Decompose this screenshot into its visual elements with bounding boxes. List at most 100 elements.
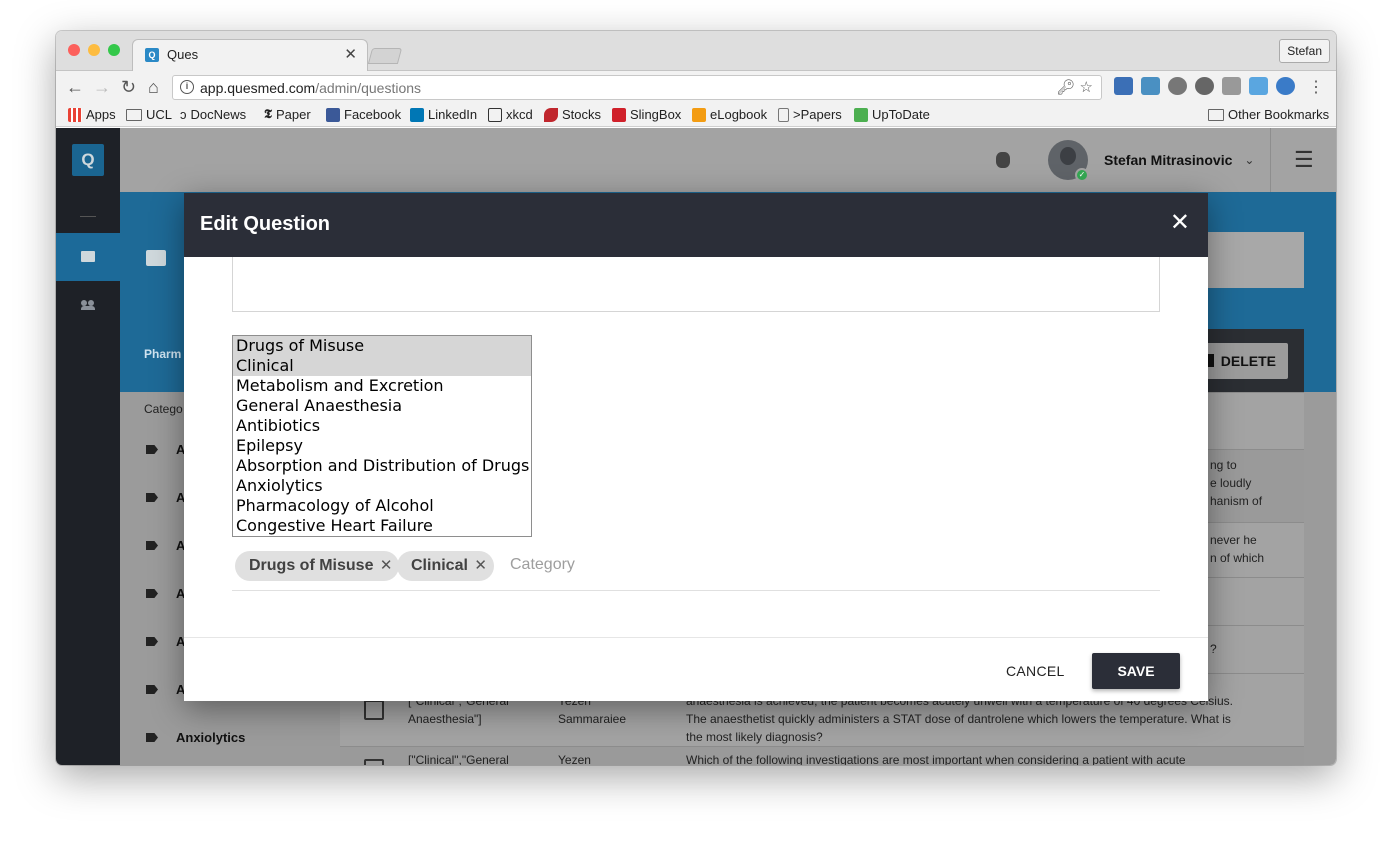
questions-icon bbox=[81, 251, 95, 262]
apps-grid-icon bbox=[68, 107, 82, 122]
chip-remove-icon[interactable]: ✕ bbox=[380, 551, 393, 581]
tag-icon bbox=[146, 637, 158, 646]
download-arrow-icon[interactable] bbox=[1249, 77, 1268, 95]
cast-icon[interactable] bbox=[1222, 77, 1241, 95]
bookmark-star-icon[interactable]: 🔑︎ ☆ bbox=[1056, 78, 1093, 96]
forward-arrow-icon[interactable]: → bbox=[93, 77, 111, 97]
category-option[interactable]: Metabolism and Excretion bbox=[233, 376, 531, 396]
bookmark-papers[interactable]: >Papers bbox=[778, 107, 842, 122]
profile-button[interactable]: Stefan bbox=[1279, 39, 1330, 63]
category-input[interactable]: Category bbox=[510, 556, 575, 574]
browser-toolbar: ← → ↻ ⌂ i app.quesmed.com/admin/question… bbox=[56, 71, 1336, 103]
page-icon bbox=[778, 107, 789, 122]
category-option[interactable]: Congestive Heart Failure bbox=[233, 516, 531, 536]
tag-icon bbox=[146, 541, 158, 550]
pocket-extension-icon[interactable] bbox=[1114, 77, 1133, 95]
slingbox-icon bbox=[612, 107, 626, 122]
linkedin-icon bbox=[410, 107, 424, 122]
tab-strip: Q Ques ✕ Stefan bbox=[56, 31, 1336, 72]
browser-menu-icon[interactable]: ⋮ bbox=[1308, 77, 1324, 97]
row-checkbox[interactable] bbox=[364, 759, 384, 765]
bookmark-docnews[interactable]: ↄ DocNews bbox=[180, 107, 246, 122]
bookmark-stocks[interactable]: Stocks bbox=[544, 107, 601, 122]
category-item[interactable]: A bbox=[146, 682, 185, 697]
appbar-divider bbox=[1270, 128, 1271, 192]
bookmark-uptodate[interactable]: UpToDate bbox=[854, 107, 930, 122]
category-option[interactable]: General Anaesthesia bbox=[233, 396, 531, 416]
bug-extension-icon[interactable] bbox=[1168, 77, 1187, 95]
bookmark-paper[interactable]: 𝕿 Paper bbox=[264, 107, 311, 122]
list-menu-icon[interactable]: ☰ bbox=[1294, 149, 1314, 171]
category-option[interactable]: Clinical bbox=[233, 356, 531, 376]
question-text-area[interactable] bbox=[232, 257, 1160, 312]
browser-tab-active[interactable]: Q Ques ✕ bbox=[132, 39, 368, 72]
category-item-anxiolytics[interactable]: Anxiolytics bbox=[146, 730, 245, 745]
category-item[interactable]: A bbox=[146, 538, 185, 553]
url-text: app.quesmed.com/admin/questions bbox=[200, 80, 422, 96]
docnews-icon: ↄ bbox=[180, 107, 187, 122]
address-bar[interactable]: i app.quesmed.com/admin/questions 🔑︎ ☆ bbox=[172, 75, 1102, 100]
minimize-window-button[interactable] bbox=[88, 44, 100, 56]
new-tab-button[interactable] bbox=[367, 48, 403, 64]
category-multiselect[interactable]: Drugs of Misuse Clinical Metabolism and … bbox=[232, 335, 532, 537]
app-page: Q Stefan Mitrasinovic ⌄ ☰ ✓ Pharm Catego… bbox=[56, 128, 1336, 765]
category-chip-input: Drugs of Misuse ✕ Clinical ✕ Category bbox=[232, 551, 1160, 591]
category-item[interactable]: A bbox=[146, 442, 185, 457]
tab-close-icon[interactable]: ✕ bbox=[344, 45, 357, 63]
folder-icon bbox=[1208, 108, 1224, 121]
cancel-button[interactable]: CANCEL bbox=[992, 654, 1079, 688]
home-icon[interactable]: ⌂ bbox=[148, 77, 159, 97]
info-icon[interactable]: i bbox=[180, 80, 194, 94]
category-option[interactable]: Pharmacology of Alcohol bbox=[233, 496, 531, 516]
category-chip: Drugs of Misuse ✕ bbox=[235, 551, 400, 581]
bug-report-icon[interactable] bbox=[996, 152, 1010, 168]
app-logo[interactable]: Q bbox=[72, 144, 104, 176]
online-status-icon: ✓ bbox=[1075, 168, 1089, 182]
category-option[interactable]: Absorption and Distribution of Drugs bbox=[233, 456, 531, 476]
question-text: Which of the following investigations ar… bbox=[686, 753, 1186, 765]
table-row[interactable]: ["Clinical","General Yezen Which of the … bbox=[340, 746, 1304, 765]
zoom-window-button[interactable] bbox=[108, 44, 120, 56]
bookmark-xkcd[interactable]: xkcd bbox=[488, 107, 533, 122]
category-option[interactable]: Antibiotics bbox=[233, 416, 531, 436]
back-arrow-icon[interactable]: ← bbox=[66, 77, 84, 97]
tag-icon bbox=[146, 685, 158, 694]
category-option[interactable]: Anxiolytics bbox=[233, 476, 531, 496]
bookmarks-bar: Apps UCL ↄ DocNews 𝕿 Paper Facebook Linked… bbox=[56, 103, 1336, 127]
category-option[interactable]: Drugs of Misuse bbox=[233, 336, 531, 356]
reload-icon[interactable]: ↻ bbox=[121, 77, 136, 97]
globe-extension-icon[interactable] bbox=[1195, 77, 1214, 95]
facebook-icon bbox=[326, 107, 340, 122]
other-bookmarks[interactable]: Other Bookmarks bbox=[1208, 107, 1329, 122]
dialog-header: Edit Question ✕ bbox=[184, 193, 1208, 257]
bookmark-elogbook[interactable]: eLogbook bbox=[692, 107, 767, 122]
chip-remove-icon[interactable]: ✕ bbox=[474, 551, 487, 581]
tag-icon bbox=[146, 445, 158, 454]
uptodate-icon bbox=[854, 107, 868, 122]
quesmed-favicon-icon: Q bbox=[145, 48, 159, 62]
download-extension-icon[interactable] bbox=[1276, 77, 1295, 95]
chevron-down-icon: ⌄ bbox=[1244, 153, 1255, 167]
bookmark-facebook[interactable]: Facebook bbox=[326, 107, 401, 122]
category-item[interactable]: A bbox=[146, 634, 185, 649]
category-item[interactable]: A bbox=[146, 490, 185, 505]
category-option[interactable]: Epilepsy bbox=[233, 436, 531, 456]
close-window-button[interactable] bbox=[68, 44, 80, 56]
xkcd-icon bbox=[488, 107, 502, 122]
bookmark-slingbox[interactable]: SlingBox bbox=[612, 107, 681, 122]
close-icon[interactable]: ✕ bbox=[1170, 211, 1190, 235]
users-icon[interactable] bbox=[81, 300, 95, 310]
question-text: never he n of which bbox=[1210, 533, 1265, 565]
nav-questions[interactable] bbox=[56, 233, 120, 281]
bookmark-apps[interactable]: Apps bbox=[68, 107, 116, 122]
bookmark-linkedin[interactable]: LinkedIn bbox=[410, 107, 477, 122]
stocks-icon bbox=[544, 107, 558, 122]
s-extension-icon[interactable] bbox=[1141, 77, 1160, 95]
elogbook-icon bbox=[692, 107, 706, 122]
bookmark-ucl[interactable]: UCL bbox=[126, 107, 172, 122]
category-item[interactable]: A bbox=[146, 586, 185, 601]
save-button[interactable]: SAVE bbox=[1092, 653, 1180, 689]
dialog-actions: CANCEL SAVE bbox=[184, 637, 1208, 701]
tag-icon bbox=[146, 589, 158, 598]
row-checkbox[interactable] bbox=[364, 700, 384, 720]
